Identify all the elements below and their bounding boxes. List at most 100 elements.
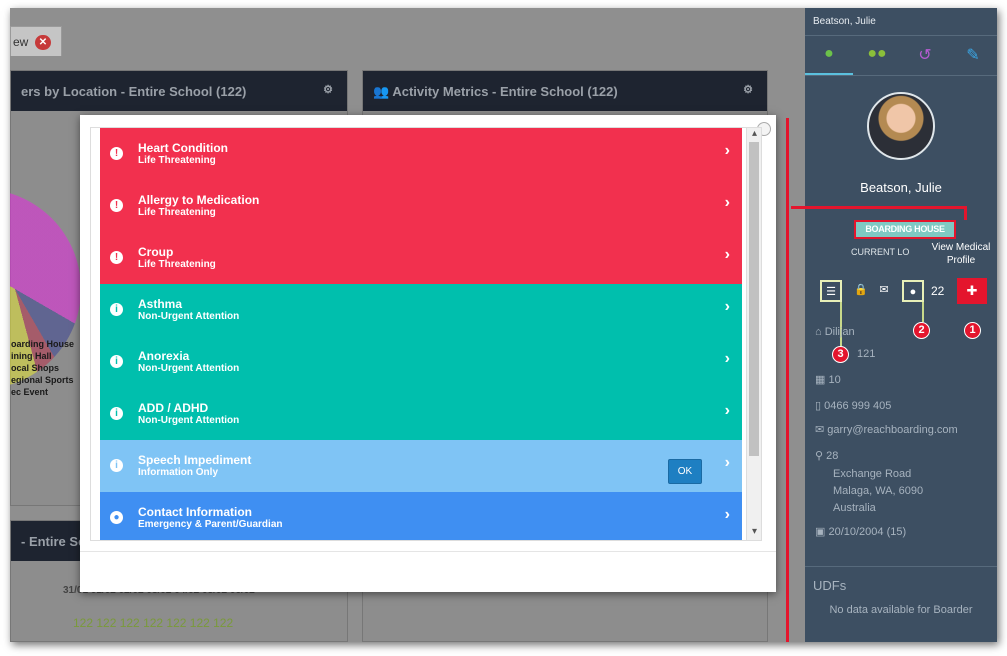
medical-item[interactable]: ● Contact Information Emergency & Parent/G… — [100, 492, 742, 540]
dashboard-tab[interactable]: ew ✕ — [10, 26, 62, 56]
medical-item[interactable]: i Anorexia Non-Urgent Attention › — [100, 336, 742, 388]
item-title: Croup — [138, 245, 174, 259]
info-icon: i — [110, 303, 123, 316]
medical-profile-modal: ▴ ▾ ! Heart Condition Life Threatening ›! Al… — [80, 115, 776, 592]
item-title: Allergy to Medication — [138, 193, 260, 207]
medical-item[interactable]: ! Croup Life Threatening › — [100, 232, 742, 284]
email-info: ✉ garry@reachboarding.com — [815, 422, 958, 438]
legend-item: egional Sports — [11, 375, 74, 385]
medical-item[interactable]: i Asthma Non-Urgent Attention › — [100, 284, 742, 336]
marker-2: 2 — [913, 322, 930, 339]
chevron-down-icon[interactable]: ▾ — [747, 526, 761, 537]
mail-icon: ✉ — [815, 424, 828, 436]
sliders-icon[interactable]: ☰ — [820, 280, 842, 302]
info-icon: i — [110, 407, 123, 420]
gift-icon: ▣ — [815, 526, 829, 538]
app-window: ew ✕ ers by Location - Entire School (122… — [10, 8, 997, 642]
group-icon[interactable]: ●● — [853, 36, 901, 75]
annotation-line — [786, 118, 789, 642]
item-title: Asthma — [138, 297, 183, 311]
medical-conditions-list: ▴ ▾ ! Heart Condition Life Threatening ›! Al… — [90, 127, 762, 541]
item-subtitle: Non-Urgent Attention — [138, 363, 240, 374]
item-title: Speech Impediment — [138, 453, 252, 467]
map-pin-icon: ⚲ — [815, 450, 827, 462]
medical-profile-button[interactable]: ✚ — [957, 278, 987, 304]
users-icon: ● — [110, 511, 123, 524]
item-subtitle: Information Only — [138, 467, 218, 478]
alert-icon: ! — [110, 199, 123, 212]
chevron-right-icon: › — [724, 194, 730, 211]
medical-item[interactable]: i Speech Impediment Information Only › — [100, 440, 742, 492]
dob-text: 20/10/2004 (15) — [828, 526, 907, 538]
item-title: ADD / ADHD — [138, 401, 209, 415]
item-subtitle: Life Threatening — [138, 207, 216, 218]
history-icon[interactable]: ↺ — [901, 36, 949, 75]
chevron-right-icon: › — [724, 298, 730, 315]
address-line: Exchange Road — [833, 468, 912, 480]
ok-button[interactable]: OK — [668, 459, 702, 484]
item-subtitle: Life Threatening — [138, 259, 216, 270]
marker-1: 1 — [964, 322, 981, 339]
chevron-right-icon: › — [724, 246, 730, 263]
item-subtitle: Emergency & Parent/Guardian — [138, 519, 283, 530]
close-icon[interactable]: ✕ — [35, 35, 51, 50]
user-icon[interactable]: ● — [805, 36, 853, 75]
alert-icon: ! — [110, 251, 123, 264]
gear-icon[interactable]: ⚙ — [323, 83, 333, 96]
item-title: Contact Information — [138, 505, 252, 519]
item-title: Anorexia — [138, 349, 190, 363]
count-value: 22 — [931, 284, 945, 298]
medical-item[interactable]: ! Heart Condition Life Threatening › — [100, 128, 742, 180]
tooltip: View Medical Profile — [926, 239, 996, 269]
lock-icon[interactable]: 🔒 — [850, 280, 872, 302]
chevron-up-icon[interactable]: ▴ — [747, 128, 761, 139]
legend-item: ec Event — [11, 387, 49, 397]
chevron-right-icon: › — [724, 506, 730, 523]
annotation-connector — [791, 206, 967, 220]
panel-header: ers by Location - Entire School (122) ⚙ — [11, 71, 347, 111]
chevron-right-icon: › — [724, 350, 730, 367]
grade-text: 10 — [828, 374, 841, 386]
scrollbar[interactable]: ▴ ▾ — [746, 128, 761, 540]
sidebar-tabs: ● ●● ↺ ✎ — [805, 36, 997, 76]
location-info: ⌂ Dilijan — [815, 324, 855, 340]
dob-info: ▣ 20/10/2004 (15) — [815, 524, 906, 540]
chevron-right-icon: › — [724, 142, 730, 159]
medical-item[interactable]: i ADD / ADHD Non-Urgent Attention › — [100, 388, 742, 440]
item-subtitle: Life Threatening — [138, 155, 216, 166]
divider — [805, 566, 997, 567]
phone-info: ▯ 0466 999 405 — [815, 398, 891, 414]
current-location-label: CURRENT LO — [851, 247, 910, 257]
phone-text: 0466 999 405 — [824, 400, 892, 412]
address-info: ⚲ 28 — [815, 448, 838, 464]
home-icon: ⌂ — [815, 326, 825, 338]
grade-info: ▦ 10 — [815, 372, 841, 388]
phone-icon: ▯ — [815, 400, 825, 412]
info-icon: i — [110, 355, 123, 368]
avatar — [867, 92, 935, 160]
udfs-empty-text: No data available for Boarder — [829, 604, 973, 616]
person-icon[interactable]: ● — [902, 280, 924, 302]
status-badge[interactable]: BOARDING HOUSE — [854, 220, 956, 239]
medical-item[interactable]: ! Allergy to Medication Life Threatening › — [100, 180, 742, 232]
legend-item: ocal Shops — [11, 363, 60, 373]
legend-item: ining Hall — [11, 351, 52, 361]
location-text: Dilijan — [824, 326, 855, 338]
medkit-icon: ✚ — [966, 283, 978, 298]
gear-icon[interactable]: ⚙ — [743, 83, 753, 96]
address-line: Malaga, WA, 6090 — [833, 485, 924, 497]
pencil-icon[interactable]: ✎ — [949, 36, 997, 75]
sidebar-title: Beatson, Julie — [805, 8, 997, 36]
item-title: Heart Condition — [138, 141, 228, 155]
panel-title: ers by Location - Entire School (122) — [21, 84, 247, 99]
group-icon: 👥 — [373, 84, 393, 99]
email-text: garry@reachboarding.com — [827, 424, 958, 436]
student-name: Beatson, Julie — [860, 180, 942, 195]
legend-item: oarding House — [11, 339, 75, 349]
scrollbar-thumb[interactable] — [749, 142, 759, 456]
marker-3: 3 — [832, 346, 849, 363]
chevron-right-icon: › — [724, 402, 730, 419]
envelope-icon[interactable]: ✉ — [873, 280, 895, 302]
item-subtitle: Non-Urgent Attention — [138, 311, 240, 322]
address-line: Australia — [833, 502, 876, 514]
